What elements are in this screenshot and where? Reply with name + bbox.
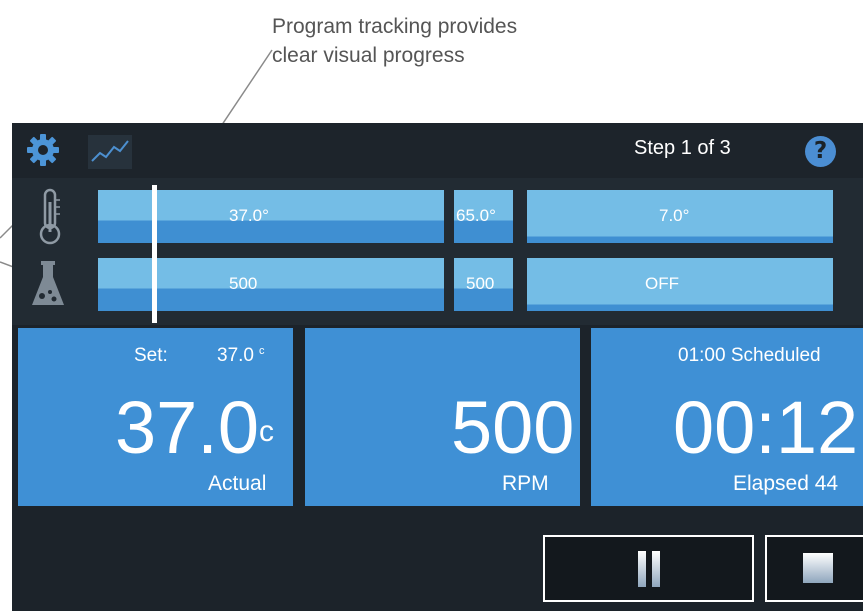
speed-step-1-value: 500 [229, 274, 258, 293]
instrument-panel: Step 1 of 3 ? 37.0° 65.0° 7.0° 500 500 O… [12, 123, 863, 611]
actual-label: Actual [208, 472, 267, 495]
temp-step-3-value: 7.0° [659, 206, 690, 225]
progress-marker [152, 185, 157, 323]
flask-icon [30, 260, 66, 310]
help-button[interactable]: ? [805, 136, 836, 167]
actual-temperature: 37.0c [115, 391, 274, 465]
temp-step-2-segment[interactable]: 65.0° [454, 190, 513, 243]
elapsed-time: 00:12 [673, 386, 859, 469]
set-temperature-value: 37.0 [217, 345, 254, 366]
gear-icon[interactable] [26, 133, 60, 167]
actual-temperature-unit: c [259, 415, 275, 448]
step-indicator: Step 1 of 3 [634, 137, 731, 159]
set-temperature: 37.0 c [217, 345, 264, 367]
speed-step-2-segment[interactable]: 500 [454, 258, 513, 311]
stop-button[interactable] [765, 535, 863, 602]
speed-step-3-value: OFF [645, 274, 679, 293]
temperature-card[interactable]: Set: 37.0 c 37.0c Actual [18, 328, 293, 506]
speed-step-3-segment[interactable]: OFF [527, 258, 833, 311]
stop-icon [803, 553, 833, 583]
speed-step-1-segment[interactable]: 500 [98, 258, 444, 311]
graph-icon[interactable] [88, 135, 132, 169]
pause-icon [637, 551, 661, 587]
pause-button[interactable] [543, 535, 754, 602]
temp-step-1-value: 37.0° [229, 206, 269, 225]
temp-step-1-segment[interactable]: 37.0° [98, 190, 444, 243]
elapsed-label: Elapsed 44 [733, 472, 839, 495]
actual-temperature-value: 37.0 [115, 386, 260, 469]
set-label: Set: [134, 345, 168, 366]
speed-step-2-value: 500 [466, 274, 495, 293]
speed-value: 500 [451, 386, 575, 469]
program-tracking-area: 37.0° 65.0° 7.0° 500 500 OFF [12, 178, 863, 325]
top-bar: Step 1 of 3 ? [12, 123, 863, 178]
rpm-label: RPM [502, 472, 549, 495]
scheduled-time: 01:00 Scheduled [678, 345, 821, 366]
set-temperature-unit: c [258, 345, 265, 357]
speed-card[interactable]: 500 RPM [305, 328, 580, 506]
thermometer-icon [36, 188, 64, 246]
temp-step-2-value: 65.0° [456, 206, 496, 225]
time-card[interactable]: 01:00 Scheduled 00:12 Elapsed 44 [591, 328, 863, 506]
temp-step-3-segment[interactable]: 7.0° [527, 190, 833, 243]
